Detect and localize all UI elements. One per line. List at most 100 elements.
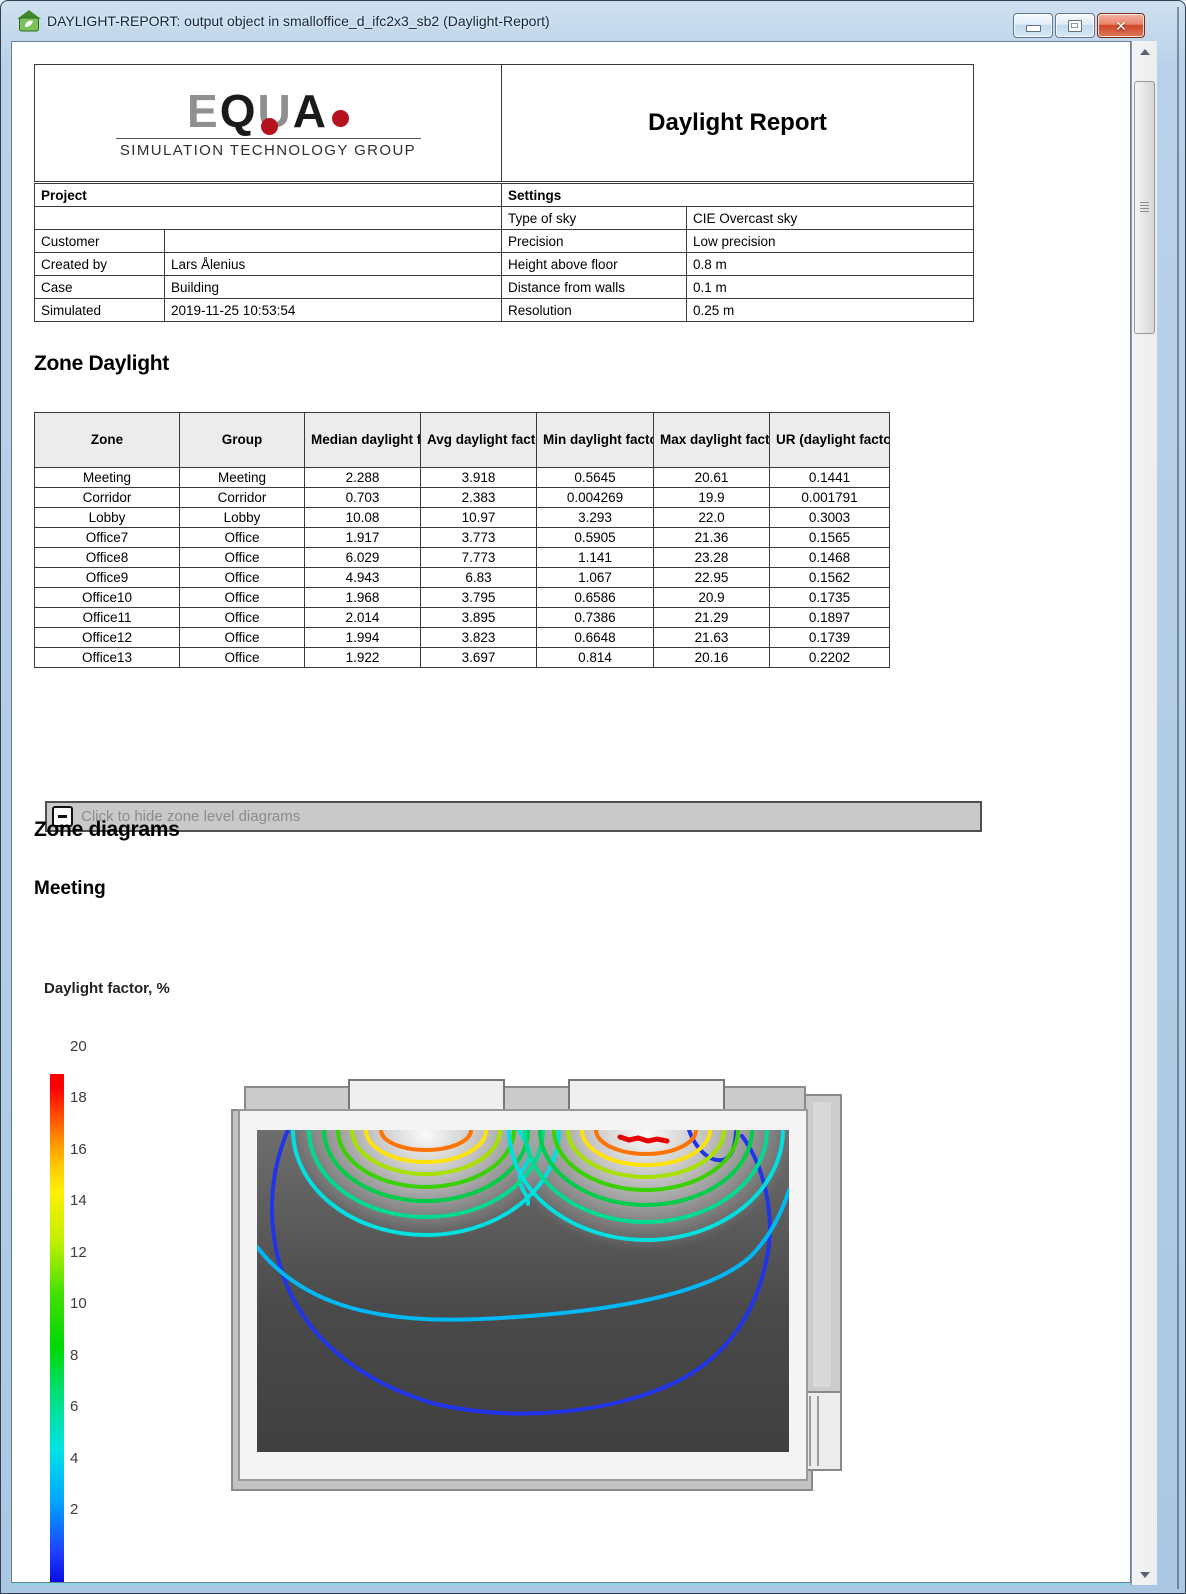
cell: 0.1735 [769, 587, 890, 608]
settings-value: Low precision [685, 229, 975, 253]
restore-icon [1068, 19, 1082, 32]
project-blank-row [34, 206, 502, 230]
zone-row: Corridor Corridor 0.703 2.383 0.004269 19.9 0.… [34, 487, 890, 508]
zone-daylight-table: Zone Group Median daylight factor, % Avg… [34, 412, 890, 668]
cell: 4.943 [304, 567, 421, 588]
cell: 3.895 [420, 607, 537, 628]
titlebar[interactable]: DAYLIGHT-REPORT: output object in smallo… [1, 1, 1185, 41]
scrollbar-thumb[interactable] [1134, 81, 1155, 334]
cell: 3.697 [420, 647, 537, 668]
app-house-icon [17, 10, 41, 32]
logo-letter-e: E [187, 84, 220, 137]
settings-label: Distance from walls [501, 275, 687, 299]
cell: 21.29 [653, 607, 770, 628]
zone-row: Office13 Office 1.922 3.697 0.814 20.16 0.2202 [34, 647, 890, 668]
window-1 [348, 1079, 505, 1115]
project-label: Customer [34, 229, 165, 253]
cell: Meeting [179, 467, 305, 488]
report-title: Daylight Report [648, 109, 827, 136]
minimize-icon [1025, 25, 1041, 32]
cell: 0.5645 [536, 467, 654, 488]
window-edge-shadow [1177, 7, 1179, 1589]
cell: Office10 [34, 587, 180, 608]
cell: Office9 [34, 567, 180, 588]
project-value: Lars Ålenius [164, 252, 502, 276]
settings-title: Settings [500, 183, 975, 207]
cell: Office [179, 587, 305, 608]
cell: 6.83 [420, 567, 537, 588]
cell: Lobby [179, 507, 305, 528]
cell: 10.97 [420, 507, 537, 528]
restore-button[interactable] [1055, 13, 1095, 38]
settings-value: 0.1 m [685, 275, 975, 299]
legend-title: Daylight factor, % [44, 980, 170, 997]
cell: 21.63 [653, 627, 770, 648]
col-median: Median daylight factor, % [304, 412, 421, 468]
cell: 0.6586 [536, 587, 654, 608]
cell: 0.1897 [769, 607, 890, 628]
col-ur: UR (daylight factor) [769, 412, 890, 468]
logo-letter-a: A [292, 84, 328, 137]
settings-value: 0.8 m [685, 252, 975, 276]
cell: Office [179, 647, 305, 668]
cell: Office7 [34, 527, 180, 548]
cell: 22.95 [653, 567, 770, 588]
scrollbar-grip-icon [1140, 202, 1149, 212]
cell: 0.1468 [769, 547, 890, 568]
scroll-down-button[interactable] [1133, 1565, 1156, 1584]
window-controls: ✕ [1013, 13, 1145, 38]
cell: Office [179, 527, 305, 548]
cell: 0.5905 [536, 527, 654, 548]
cell: 20.61 [653, 467, 770, 488]
cell: 6.029 [304, 547, 421, 568]
legend-tick: 10 [70, 1295, 87, 1312]
settings-label: Precision [501, 229, 687, 253]
zone-row: Office11 Office 2.014 3.895 0.7386 21.29 0.189… [34, 607, 890, 628]
cell: 22.0 [653, 507, 770, 528]
col-avg: Avg daylight factor, % [420, 412, 537, 468]
report-title-cell: Daylight Report [501, 64, 974, 182]
legend-tick: 16 [70, 1141, 87, 1158]
zone-daylight-heading: Zone Daylight [34, 352, 169, 375]
cell: 10.08 [304, 507, 421, 528]
cell: 0.814 [536, 647, 654, 668]
zone-row: Office7 Office 1.917 3.773 0.5905 21.36 0.1565 [34, 527, 890, 548]
cell: Office12 [34, 627, 180, 648]
cell: 3.795 [420, 587, 537, 608]
cell: 0.2202 [769, 647, 890, 668]
close-button[interactable]: ✕ [1097, 13, 1145, 38]
close-icon: ✕ [1115, 17, 1127, 34]
arrow-up-icon [1139, 48, 1150, 55]
window-2 [568, 1079, 725, 1115]
cell: 2.383 [420, 487, 537, 508]
col-min: Min daylight factor, % [536, 412, 654, 468]
cell: 0.1739 [769, 627, 890, 648]
report-page: EQUA SIMULATION TECHNOLOGY GROUP Dayligh… [11, 41, 1131, 1583]
project-value [164, 229, 502, 253]
col-max: Max daylight factor, % [653, 412, 770, 468]
legend-color-scale [50, 1074, 64, 1582]
zone-row: Meeting Meeting 2.288 3.918 0.5645 20.61 0.144… [34, 467, 890, 488]
collapse-zone-diagrams-bar[interactable]: Click to hide zone level diagrams [45, 801, 982, 832]
cell: 1.968 [304, 587, 421, 608]
logo-cell: EQUA SIMULATION TECHNOLOGY GROUP [34, 64, 502, 182]
project-label: Simulated [34, 298, 165, 322]
scroll-up-button[interactable] [1133, 42, 1156, 61]
project-label: Created by [34, 252, 165, 276]
logo-letter-q: Q [219, 84, 258, 137]
col-group: Group [179, 412, 305, 468]
minimize-button[interactable] [1013, 13, 1053, 38]
cell: 23.28 [653, 547, 770, 568]
cell: Office [179, 567, 305, 588]
legend-tick: 4 [70, 1450, 79, 1467]
project-settings-table: Project Settings Type of sky CIE Overcas… [34, 183, 975, 322]
cell: 3.773 [420, 527, 537, 548]
logo-subtitle: SIMULATION TECHNOLOGY GROUP [119, 141, 417, 159]
cell: 1.067 [536, 567, 654, 588]
cell: Meeting [34, 467, 180, 488]
legend-tick: 12 [70, 1244, 87, 1261]
vertical-scrollbar[interactable] [1131, 41, 1157, 1585]
cell: 2.288 [304, 467, 421, 488]
settings-label: Type of sky [501, 206, 687, 230]
legend-tick: 8 [70, 1347, 79, 1364]
